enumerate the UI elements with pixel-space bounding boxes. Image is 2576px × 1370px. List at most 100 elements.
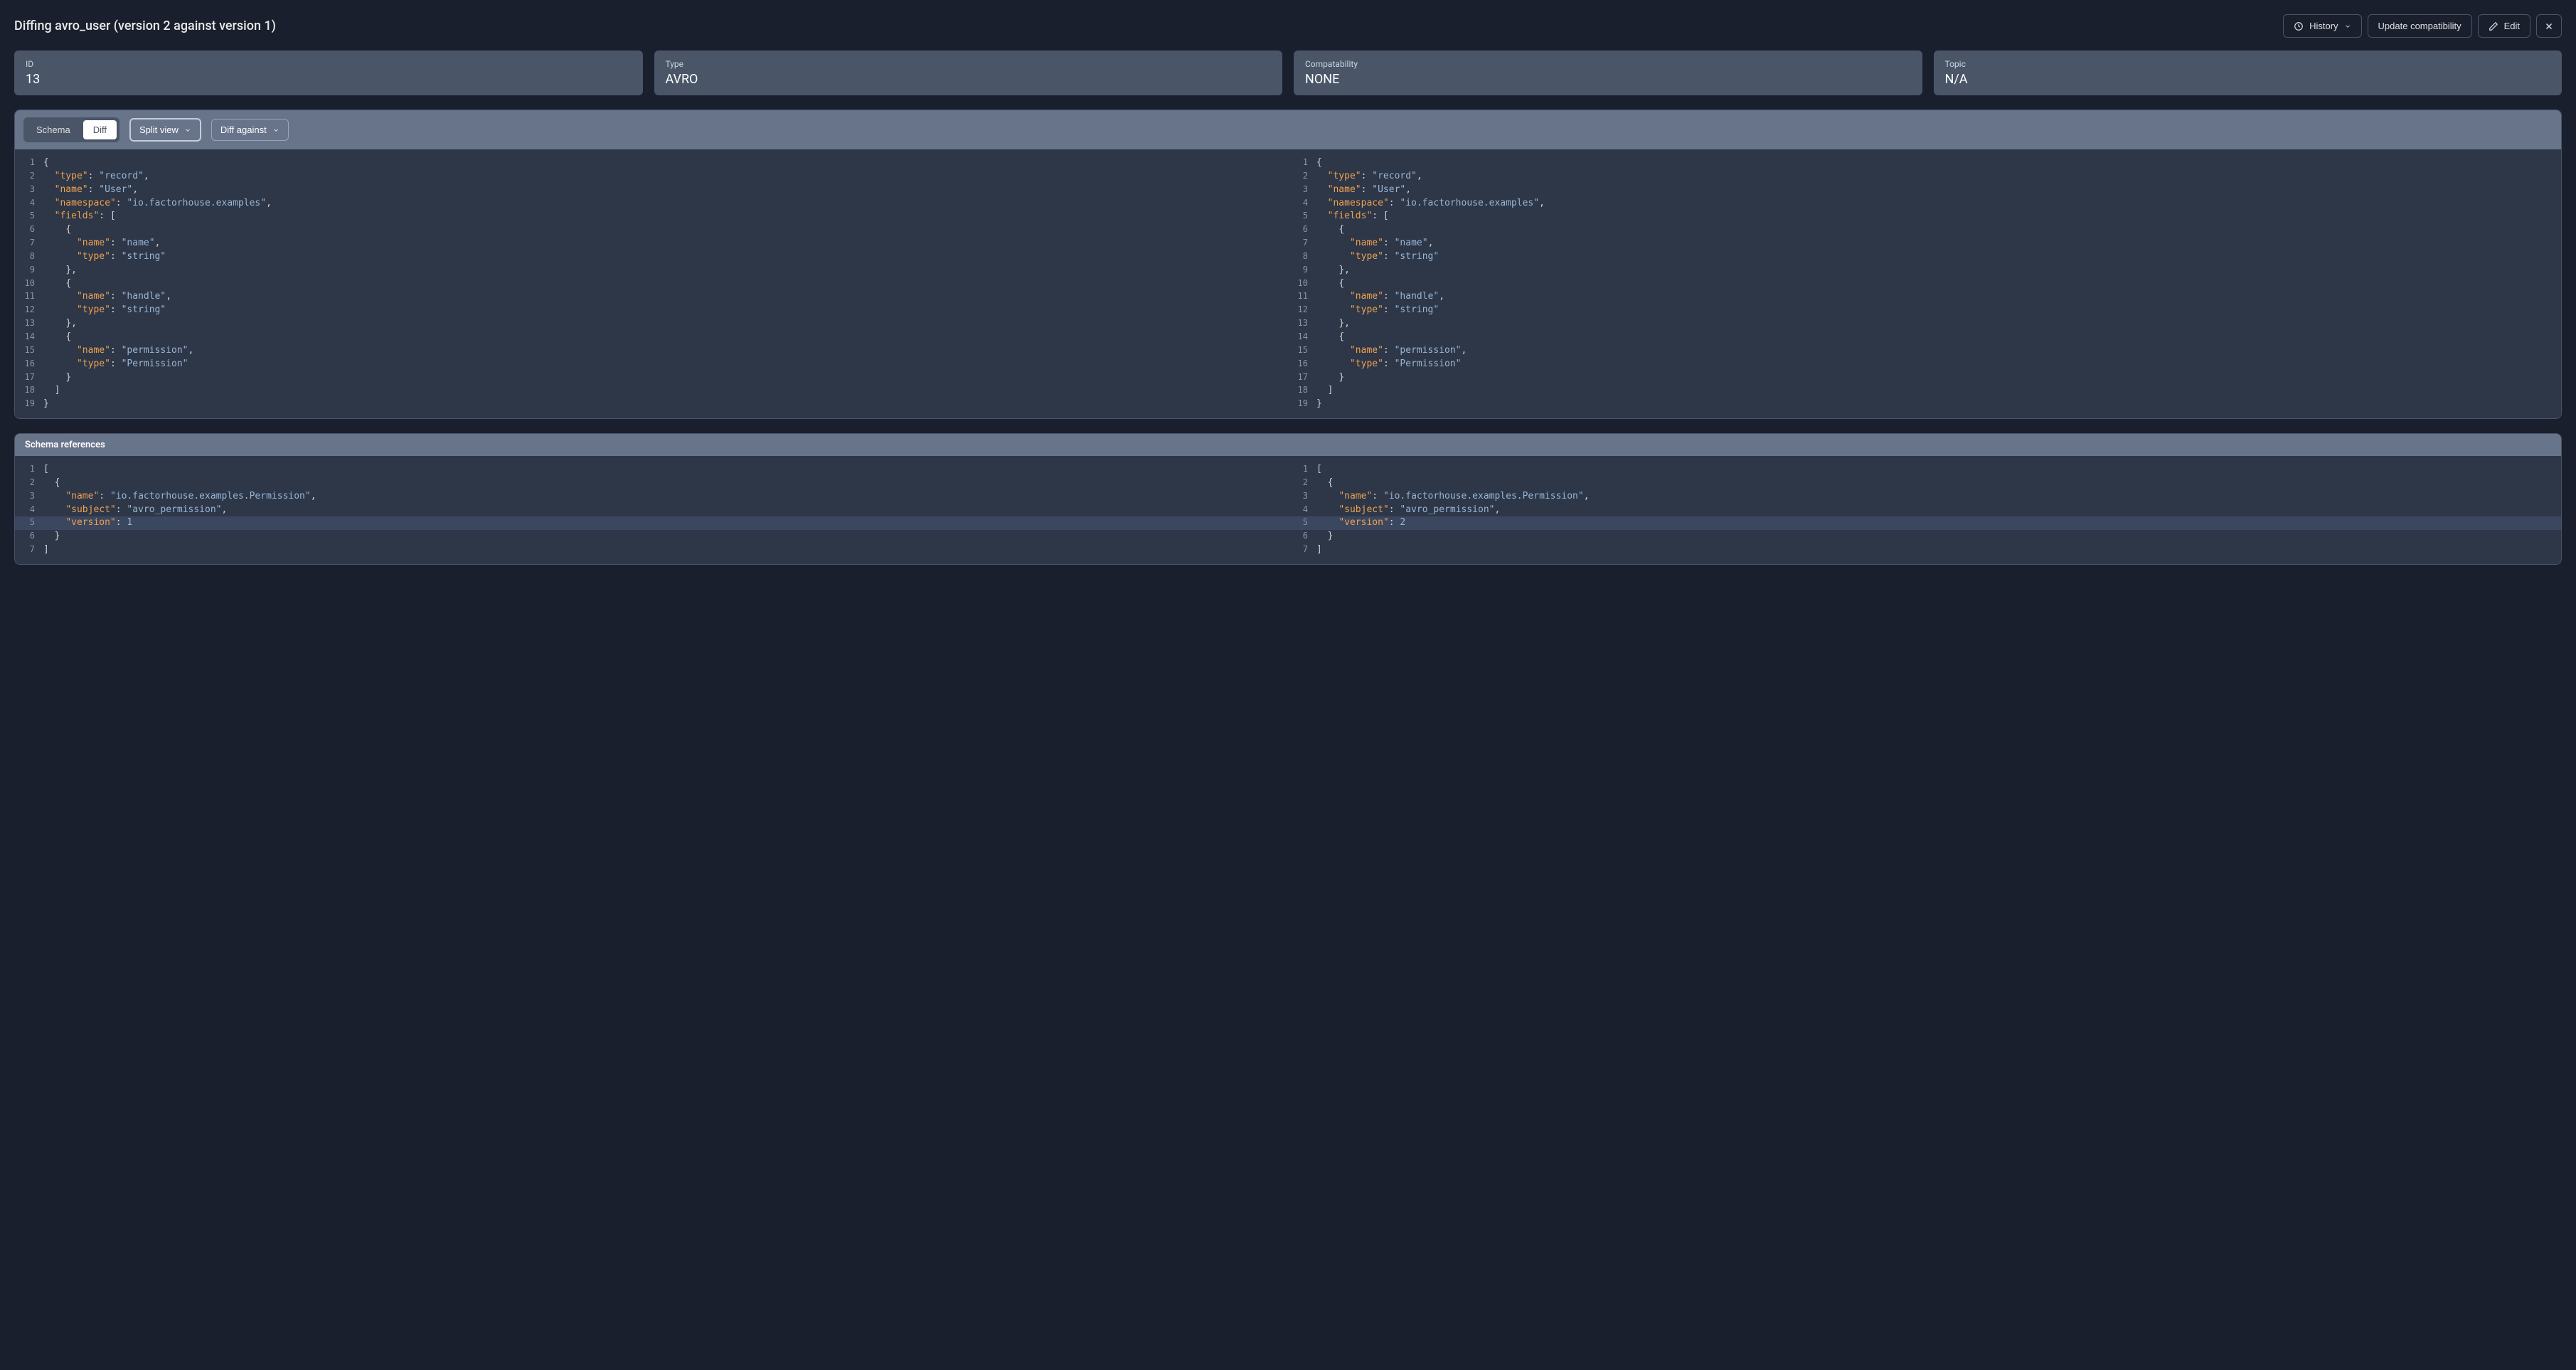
- code-line: 3 "name": "io.factorhouse.examples.Permi…: [15, 490, 1288, 504]
- code-line: 9 },: [1288, 264, 2561, 277]
- code-content: }: [1316, 371, 1344, 385]
- info-card: ID13: [14, 51, 643, 95]
- code-line: 2 "type": "record",: [15, 170, 1288, 184]
- edit-button[interactable]: Edit: [2478, 14, 2530, 38]
- line-number: 12: [1295, 304, 1316, 317]
- code-content: [: [43, 463, 49, 477]
- references-diff-split: 1[2 {3 "name": "io.factorhouse.examples.…: [15, 456, 2561, 564]
- code-line: 1{: [1288, 156, 2561, 170]
- line-number: 9: [22, 264, 43, 277]
- schema-right-pane[interactable]: 1{2 "type": "record",3 "name": "User",4 …: [1288, 149, 2561, 418]
- line-number: 5: [1295, 210, 1316, 223]
- card-label: Compatability: [1305, 59, 1911, 69]
- schema-diff-toggle: Schema Diff: [23, 117, 119, 142]
- line-number: 10: [1295, 277, 1316, 291]
- code-content: "name": "name",: [43, 237, 160, 250]
- code-line: 8 "type": "string": [1288, 250, 2561, 264]
- code-line: 2 "type": "record",: [1288, 170, 2561, 184]
- header-actions: History Update compatibility Edit: [2283, 14, 2562, 38]
- line-number: 2: [22, 170, 43, 184]
- code-line: 11 "name": "handle",: [15, 290, 1288, 304]
- code-line: 18 ]: [15, 384, 1288, 398]
- code-content: "type": "string": [1316, 304, 1439, 317]
- line-number: 13: [22, 317, 43, 331]
- split-view-label: Split view: [139, 124, 179, 135]
- code-line: 17 }: [1288, 371, 2561, 385]
- diff-against-dropdown[interactable]: Diff against: [211, 119, 289, 141]
- code-content: "name": "handle",: [43, 290, 171, 304]
- line-number: 16: [1295, 358, 1316, 371]
- line-number: 8: [1295, 250, 1316, 264]
- code-line: 10 {: [1288, 277, 2561, 291]
- code-content: ]: [43, 384, 60, 398]
- code-content: "fields": [: [1316, 210, 1389, 223]
- line-number: 6: [22, 530, 43, 543]
- code-line: 6 {: [15, 223, 1288, 237]
- code-content: "namespace": "io.factorhouse.examples",: [43, 197, 272, 211]
- code-line: 1[: [1288, 463, 2561, 477]
- schema-left-pane[interactable]: 1{2 "type": "record",3 "name": "User",4 …: [15, 149, 1288, 418]
- line-number: 5: [22, 210, 43, 223]
- code-content: "name": "User",: [43, 184, 138, 197]
- code-content: "type": "string": [43, 304, 166, 317]
- code-line: 13 },: [1288, 317, 2561, 331]
- code-line: 12 "type": "string": [15, 304, 1288, 317]
- code-line: 17 }: [15, 371, 1288, 385]
- line-number: 6: [1295, 223, 1316, 237]
- line-number: 4: [22, 197, 43, 211]
- line-number: 17: [22, 371, 43, 385]
- line-number: 1: [1295, 463, 1316, 477]
- line-number: 14: [1295, 331, 1316, 344]
- chevron-down-icon: [184, 127, 191, 134]
- code-content: },: [43, 317, 77, 331]
- history-button[interactable]: History: [2283, 14, 2361, 38]
- update-compatibility-button[interactable]: Update compatibility: [2368, 14, 2472, 38]
- line-number: 6: [22, 223, 43, 237]
- refs-left-pane[interactable]: 1[2 {3 "name": "io.factorhouse.examples.…: [15, 456, 1288, 564]
- line-number: 14: [22, 331, 43, 344]
- code-line: 2 {: [1288, 477, 2561, 490]
- line-number: 18: [1295, 384, 1316, 398]
- code-line: 16 "type": "Permission": [15, 358, 1288, 371]
- line-number: 3: [22, 184, 43, 197]
- code-line: 11 "name": "handle",: [1288, 290, 2561, 304]
- references-header: Schema references: [15, 434, 2561, 456]
- refs-right-pane[interactable]: 1[2 {3 "name": "io.factorhouse.examples.…: [1288, 456, 2561, 564]
- code-line: 14 {: [1288, 331, 2561, 344]
- info-cards: ID13TypeAVROCompatabilityNONETopicN/A: [14, 51, 2562, 95]
- code-content: }: [1316, 530, 1333, 543]
- code-line: 3 "name": "User",: [1288, 184, 2561, 197]
- code-line: 7 "name": "name",: [1288, 237, 2561, 250]
- code-line: 4 "subject": "avro_permission",: [15, 504, 1288, 517]
- line-number: 19: [1295, 398, 1316, 411]
- split-view-dropdown[interactable]: Split view: [129, 118, 201, 142]
- code-content: },: [43, 264, 77, 277]
- code-line: 12 "type": "string": [1288, 304, 2561, 317]
- tab-schema[interactable]: Schema: [26, 120, 80, 139]
- history-label: History: [2309, 21, 2338, 31]
- code-content: "name": "io.factorhouse.examples.Permiss…: [1316, 490, 1590, 504]
- code-line: 2 {: [15, 477, 1288, 490]
- code-content: "type": "record",: [1316, 170, 1422, 184]
- pencil-icon: [2489, 21, 2498, 31]
- code-line: 6 }: [15, 530, 1288, 543]
- line-number: 11: [1295, 290, 1316, 304]
- code-content: "name": "User",: [1316, 184, 1411, 197]
- line-number: 1: [22, 463, 43, 477]
- code-line: 5 "fields": [: [15, 210, 1288, 223]
- code-line: 6 }: [1288, 530, 2561, 543]
- tab-diff[interactable]: Diff: [83, 120, 117, 139]
- code-line: 13 },: [15, 317, 1288, 331]
- code-line: 14 {: [15, 331, 1288, 344]
- line-number: 18: [22, 384, 43, 398]
- code-content: {: [1316, 223, 1344, 237]
- chevron-down-icon: [272, 127, 280, 134]
- code-content: },: [1316, 264, 1350, 277]
- line-number: 7: [22, 543, 43, 557]
- close-button[interactable]: [2536, 14, 2562, 38]
- code-line: 9 },: [15, 264, 1288, 277]
- line-number: 8: [22, 250, 43, 264]
- code-content: "type": "string": [1316, 250, 1439, 264]
- code-content: "name": "permission",: [43, 344, 193, 358]
- line-number: 1: [22, 156, 43, 170]
